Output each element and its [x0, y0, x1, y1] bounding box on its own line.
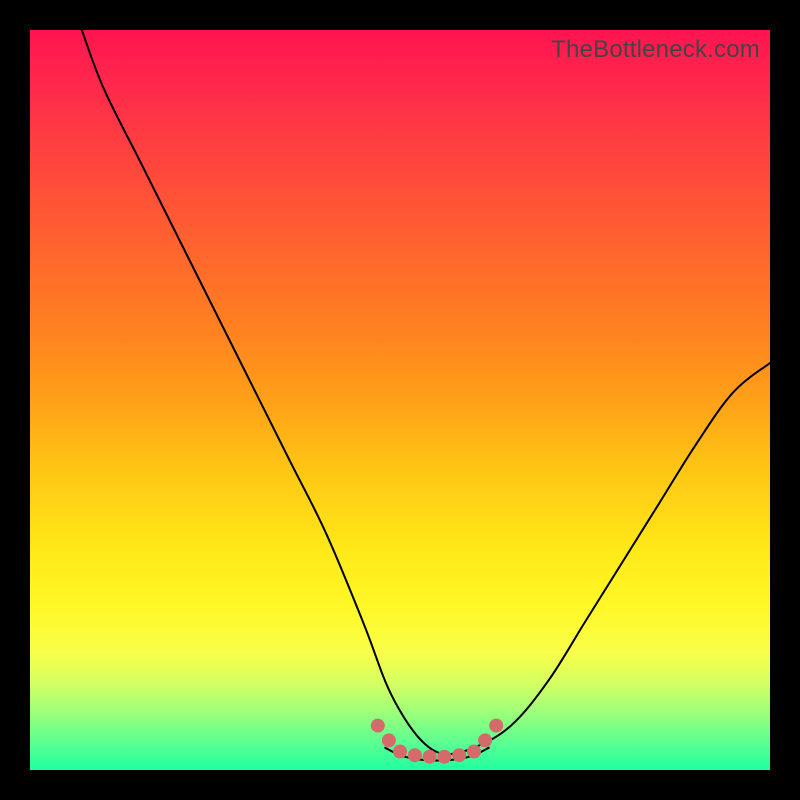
chart-svg: [30, 30, 770, 770]
valley-marker: [382, 733, 396, 747]
valley-marker: [437, 750, 451, 764]
valley-marker: [489, 719, 503, 733]
valley-marker: [478, 733, 492, 747]
curve-right: [444, 363, 770, 755]
valley-marker: [408, 748, 422, 762]
valley-markers: [371, 719, 503, 764]
valley-marker: [467, 745, 481, 759]
outer-frame: TheBottleneck.com: [0, 0, 800, 800]
plot-area: TheBottleneck.com: [30, 30, 770, 770]
valley-marker: [423, 750, 437, 764]
curve-left: [82, 30, 445, 755]
valley-marker: [393, 745, 407, 759]
valley-marker: [371, 719, 385, 733]
valley-marker: [452, 748, 466, 762]
